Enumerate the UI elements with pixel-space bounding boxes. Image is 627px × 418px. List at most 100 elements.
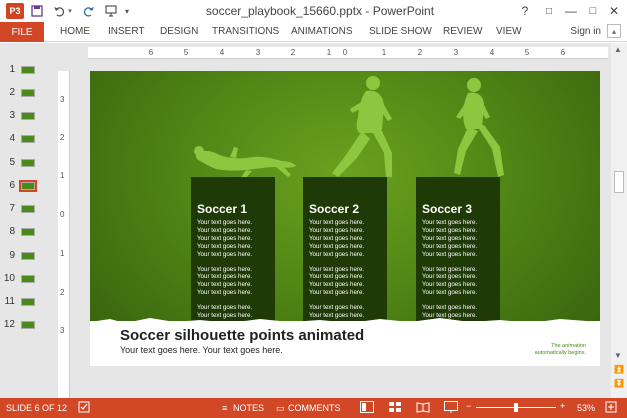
zoom-level[interactable]: 53% (577, 403, 595, 413)
slide-thumbnail[interactable]: 3 (0, 105, 48, 125)
chevron-up-icon[interactable]: ▴ (607, 24, 621, 38)
comments-icon: ▭ (276, 403, 285, 413)
spellcheck-icon[interactable] (78, 401, 90, 415)
help-button[interactable]: ? (516, 2, 534, 20)
tab-design[interactable]: DESIGN (160, 26, 198, 37)
column-heading: Soccer 2 (309, 202, 360, 216)
minimize-button[interactable]: — (562, 2, 580, 20)
ruler-tick: 4 (489, 48, 495, 57)
column-heading: Soccer 1 (197, 202, 248, 216)
ribbon-display-options-button[interactable]: □ (540, 2, 558, 20)
powerpoint-app-icon[interactable]: P3 (6, 3, 24, 19)
slide-thumbnail[interactable]: 2 (0, 82, 48, 102)
ruler-tick: 2 (417, 48, 423, 57)
undo-dropdown-icon[interactable]: ▾ (66, 3, 74, 19)
body-text: Your text goes here. (422, 265, 478, 273)
scrollbar-thumb[interactable] (614, 171, 624, 193)
zoom-out-button[interactable]: − (466, 401, 471, 411)
redo-icon[interactable] (82, 3, 96, 19)
ruler-tick: 2 (290, 48, 296, 57)
body-text: Your text goes here. (309, 265, 365, 273)
save-icon[interactable] (30, 3, 44, 19)
vertical-scrollbar[interactable]: ▲ ▼ ⏫ ⏬ (611, 43, 627, 398)
body-text: Your text goes here. (197, 250, 253, 258)
ruler-tick: 3 (453, 48, 459, 57)
tab-home[interactable]: HOME (60, 26, 90, 37)
close-button[interactable]: ✕ (605, 2, 623, 20)
slide-sorter-icon[interactable] (388, 401, 402, 415)
body-text: Your text goes here. (309, 289, 365, 297)
body-text: Your text goes here. (309, 273, 365, 281)
animation-note: The animation automatically begins. (506, 343, 586, 357)
horizontal-ruler[interactable]: 6 5 4 3 2 1 0 1 2 3 4 5 6 (88, 47, 608, 59)
slide-counter[interactable]: SLIDE 6 OF 12 (6, 403, 67, 413)
tab-slide-show[interactable]: SLIDE SHOW (369, 26, 432, 37)
slide-preview (21, 298, 35, 306)
body-text: Your text goes here. (309, 242, 365, 250)
slide-preview (21, 321, 35, 329)
slide-thumbnail[interactable]: 10 (0, 268, 48, 288)
scroll-up-icon[interactable]: ▲ (614, 45, 622, 54)
ruler-tick: 1 (60, 171, 65, 180)
body-text: Your text goes here. (197, 281, 253, 289)
normal-view-icon[interactable] (360, 401, 374, 415)
column-heading: Soccer 3 (422, 202, 473, 216)
next-slide-icon[interactable]: ⏬ (614, 379, 624, 388)
fit-to-window-icon[interactable] (605, 401, 617, 415)
tab-view[interactable]: VIEW (496, 26, 522, 37)
slide-thumbnail[interactable]: 9 (0, 245, 48, 265)
sign-in-link[interactable]: Sign in (570, 26, 601, 37)
previous-slide-icon[interactable]: ⏫ (614, 365, 624, 374)
slide-thumbnail[interactable]: 11 (0, 291, 48, 311)
text-column-1[interactable]: Soccer 1 Your text goes here. Your text … (191, 177, 275, 325)
zoom-in-button[interactable]: + (560, 401, 565, 411)
body-text: Your text goes here. (422, 226, 478, 234)
window-title: soccer_playbook_15660.pptx - PowerPoint (205, 4, 435, 18)
animation-note-line: The animation (551, 343, 586, 349)
slide-subtitle[interactable]: Your text goes here. Your text goes here… (120, 345, 283, 355)
scroll-down-icon[interactable]: ▼ (614, 351, 622, 360)
tab-insert[interactable]: INSERT (108, 26, 145, 37)
zoom-slider-thumb[interactable] (514, 403, 518, 412)
ruler-tick: 1 (381, 48, 387, 57)
slide-canvas[interactable]: Soccer 1 Your text goes here. Your text … (90, 71, 600, 366)
slide-preview (21, 205, 35, 213)
tab-review[interactable]: REVIEW (443, 26, 482, 37)
comments-button[interactable]: COMMENTS (288, 403, 341, 413)
tab-file[interactable]: FILE (0, 22, 44, 42)
ruler-tick: 2 (60, 288, 65, 297)
slide-preview (21, 252, 35, 260)
reading-view-icon[interactable] (416, 401, 430, 415)
customize-toolbar-icon[interactable]: ▾ (122, 3, 132, 19)
slide-show-icon[interactable] (444, 401, 458, 415)
slide-thumbnail-selected[interactable]: 6 (0, 175, 48, 195)
ribbon-tab-bar: FILE HOME INSERT DESIGN TRANSITIONS ANIM… (0, 22, 627, 42)
slide-preview (21, 275, 35, 283)
body-text: Your text goes here. (422, 234, 478, 242)
maximize-button[interactable]: □ (584, 2, 602, 20)
body-text: Your text goes here. (197, 289, 253, 297)
body-text: Your text goes here. (422, 289, 478, 297)
slide-thumbnail[interactable]: 8 (0, 221, 48, 241)
slide-thumbnail[interactable]: 7 (0, 198, 48, 218)
slide-thumbnail[interactable]: 12 (0, 314, 48, 334)
slide-thumbnail[interactable]: 5 (0, 152, 48, 172)
slide-preview (21, 228, 35, 236)
text-column-2[interactable]: Soccer 2 Your text goes here. Your text … (303, 177, 387, 325)
ruler-tick: 5 (524, 48, 530, 57)
editor-area: 1 2 3 4 5 6 7 8 9 10 11 12 6 5 4 3 2 1 0… (0, 43, 627, 401)
undo-icon[interactable] (52, 3, 66, 19)
vertical-ruler[interactable]: 3 2 1 0 1 2 3 (58, 71, 70, 401)
slide-title[interactable]: Soccer silhouette points animated (120, 327, 364, 344)
body-text: Your text goes here. (309, 250, 365, 258)
text-column-3[interactable]: Soccer 3 Your text goes here. Your text … (416, 177, 500, 325)
slide-thumbnail[interactable]: 4 (0, 128, 48, 148)
slide-preview (21, 66, 35, 74)
presentation-icon[interactable] (104, 3, 118, 19)
notes-button[interactable]: NOTES (233, 403, 264, 413)
ruler-tick: 0 (60, 210, 65, 219)
torn-edge-decoration (90, 318, 600, 326)
slide-thumbnail[interactable]: 1 (0, 59, 48, 79)
tab-transitions[interactable]: TRANSITIONS (212, 26, 279, 37)
tab-animations[interactable]: ANIMATIONS (291, 26, 352, 37)
